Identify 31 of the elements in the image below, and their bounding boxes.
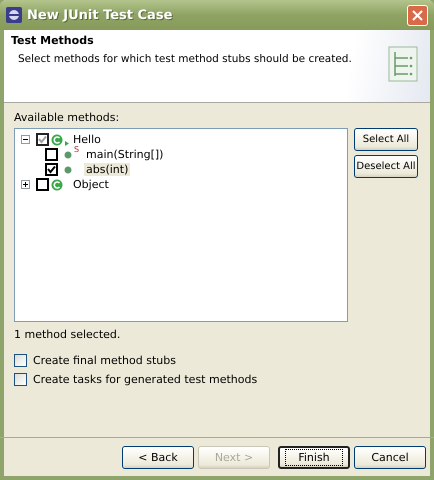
static-mark: S bbox=[74, 145, 80, 154]
checkbox[interactable] bbox=[36, 133, 49, 146]
class-icon bbox=[51, 178, 63, 190]
class-icon bbox=[51, 134, 63, 146]
tree-item[interactable]: Hello bbox=[71, 133, 103, 146]
page-title: Test Methods bbox=[11, 34, 95, 47]
expander-icon[interactable] bbox=[21, 135, 30, 144]
option-label: Create tasks for generated test methods bbox=[33, 373, 258, 386]
list-icon bbox=[388, 46, 418, 82]
close-button[interactable] bbox=[407, 4, 428, 26]
action-button[interactable]: Select All bbox=[354, 128, 418, 151]
action-button[interactable]: Deselect All bbox=[354, 155, 418, 178]
close-icon bbox=[412, 10, 423, 20]
tree-label: Available methods: bbox=[14, 111, 120, 124]
wizard-button[interactable]: Cancel bbox=[354, 446, 426, 468]
expander-icon[interactable] bbox=[21, 180, 30, 189]
checkbox[interactable] bbox=[14, 373, 27, 386]
checkbox[interactable] bbox=[14, 354, 27, 367]
tree-item[interactable]: main(String[]) bbox=[84, 148, 166, 161]
checkbox[interactable] bbox=[36, 178, 49, 191]
page-description: Select methods for which test method stubs should be created. bbox=[17, 53, 353, 65]
option-label: Create final method stubs bbox=[33, 354, 176, 367]
tree-item[interactable]: abs(int) bbox=[84, 163, 130, 176]
wizard-button[interactable]: < Back bbox=[122, 446, 194, 468]
status-text: 1 method selected. bbox=[14, 328, 122, 341]
checkbox[interactable] bbox=[45, 163, 58, 176]
wizard-button[interactable]: Finish bbox=[278, 446, 350, 468]
tree-item[interactable]: Object bbox=[71, 178, 111, 191]
run-icon bbox=[65, 141, 69, 146]
window-title: New JUnit Test Case bbox=[27, 8, 174, 22]
checkbox[interactable] bbox=[45, 148, 58, 161]
